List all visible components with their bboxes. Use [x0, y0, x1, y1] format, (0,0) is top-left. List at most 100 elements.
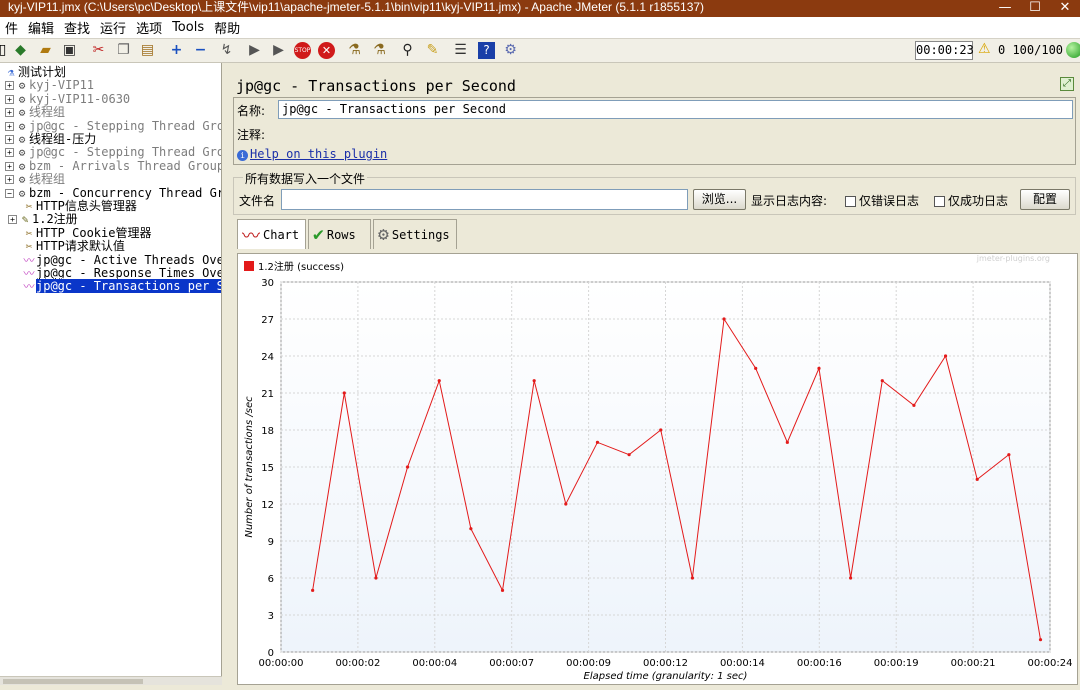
x-tick-label: 00:00:02	[335, 658, 380, 669]
menu-bar: 件 编辑 查找 运行 选项 Tools 帮助	[0, 17, 1080, 39]
file-name-field[interactable]	[281, 189, 688, 210]
test-plan-tree[interactable]: ⚗ 测试计划 + ⚙ kyj-VIP11 + ⚙ kyj-VIP11-0630 + ⚙ 线程组 + ⚙ j…	[0, 63, 222, 685]
tps-panel: jp@gc - Transactions per Second ⤢ 名称: jp…	[225, 63, 1080, 685]
help-icon[interactable]: ?	[478, 42, 495, 59]
menu-file[interactable]: 件	[0, 18, 23, 37]
tree-expand-toggle[interactable]: +	[5, 161, 14, 171]
listener-icon: 〰	[23, 280, 35, 294]
start-no-pauses-icon[interactable]: ▶	[270, 42, 287, 59]
tab-rows[interactable]: ✔ Rows	[308, 219, 371, 249]
tab-settings[interactable]: ⚙ Settings	[373, 219, 457, 249]
minimize-button[interactable]: —	[990, 0, 1020, 17]
y-tick-label: 3	[268, 611, 274, 622]
tree-item-label: 线程组	[29, 105, 66, 120]
success-only-checkbox[interactable]: 仅成功日志	[934, 192, 1008, 209]
tree-expand-toggle[interactable]: +	[5, 108, 14, 118]
tree-item-label: HTTP Cookie管理器	[36, 225, 152, 240]
function-helper-icon[interactable]: ☰	[452, 42, 469, 59]
tree-item[interactable]: ⚗ 测试计划	[4, 65, 66, 79]
help-plugin-link[interactable]: i Help on this plugin	[237, 147, 387, 161]
expand-all-icon[interactable]: +	[168, 42, 185, 59]
tree-item[interactable]: + ⚙ bzm - Arrivals Thread Group	[5, 159, 221, 173]
menu-options[interactable]: 选项	[131, 18, 167, 37]
data-point	[690, 576, 694, 580]
tree-item[interactable]: ✂ HTTP请求默认值	[22, 239, 125, 253]
tree-expand-toggle[interactable]: +	[8, 215, 17, 225]
tree-item[interactable]: + ⚙ jp@gc - Stepping Thread Group	[5, 145, 221, 159]
close-window-button[interactable]: ✕	[1050, 0, 1080, 17]
tree-item[interactable]: ✂ HTTP Cookie管理器	[22, 225, 152, 240]
config-button[interactable]: 配置	[1020, 189, 1070, 210]
copy-icon[interactable]: ❐	[115, 42, 132, 59]
x-tick-label: 00:00:12	[643, 658, 688, 669]
checkmark-icon: ✔	[313, 224, 324, 245]
data-point	[342, 391, 346, 395]
expand-icon[interactable]: ⤢	[1060, 77, 1074, 91]
reset-search-icon[interactable]: ✎	[424, 42, 441, 59]
warning-icon[interactable]: ⚠	[978, 41, 991, 57]
menu-search[interactable]: 查找	[59, 18, 95, 37]
tree-item-label: 线程组-压力	[29, 132, 97, 146]
remote-icon[interactable]: ⚙	[502, 42, 519, 59]
tree-item[interactable]: 〰jp@gc - Response Times Over Time	[22, 266, 222, 280]
start-icon[interactable]: ▶	[246, 42, 263, 59]
tree-item[interactable]: + ⚙ kyj-VIP11	[5, 78, 94, 92]
tree-item[interactable]: + ⚙ 线程组-压力	[5, 132, 96, 146]
open-icon[interactable]: ▰	[37, 42, 54, 59]
menu-tools[interactable]: Tools	[167, 20, 209, 35]
tree-horizontal-scrollbar[interactable]	[0, 676, 222, 685]
tree-expand-toggle[interactable]: +	[5, 121, 14, 131]
maximize-button[interactable]: ☐	[1020, 0, 1050, 17]
window-title: kyj-VIP11.jmx (C:\Users\pc\Desktop\上课文件\…	[0, 0, 1080, 17]
collapse-all-icon[interactable]: −	[192, 42, 209, 59]
shutdown-icon[interactable]: ✕	[318, 42, 335, 59]
tree-expand-toggle[interactable]: +	[5, 81, 14, 91]
tree-expand-toggle[interactable]: +	[5, 135, 14, 144]
name-field[interactable]: jp@gc - Transactions per Second	[278, 100, 1073, 119]
menu-help[interactable]: 帮助	[209, 18, 245, 37]
data-point	[659, 428, 663, 432]
tree-expand-toggle[interactable]: −	[5, 188, 14, 198]
tree-expand-toggle[interactable]: +	[5, 148, 14, 158]
data-point	[1007, 453, 1011, 457]
menu-edit[interactable]: 编辑	[23, 18, 59, 37]
errors-only-checkbox[interactable]: 仅错误日志	[845, 192, 919, 209]
tab-settings-label: Settings	[391, 227, 450, 242]
data-point	[722, 317, 726, 321]
menu-run[interactable]: 运行	[95, 18, 131, 37]
y-tick-label: 15	[261, 463, 274, 474]
tree-item[interactable]: ✂ HTTP信息头管理器	[22, 199, 137, 213]
tree-item[interactable]: 〰jp@gc - Active Threads Over Time	[22, 253, 222, 267]
y-tick-label: 30	[261, 278, 274, 289]
toggle-icon[interactable]: ↯	[218, 42, 235, 59]
paste-icon[interactable]: ▤	[139, 42, 156, 59]
save-icon[interactable]: ▣	[61, 42, 78, 59]
new-icon[interactable]: ▯	[0, 42, 11, 59]
search-icon[interactable]: ⚲	[399, 42, 416, 59]
elapsed-timer: 00:00:23	[915, 41, 974, 60]
data-point	[849, 576, 853, 580]
tree-item-label: jp@gc - Transactions per Second	[35, 278, 221, 295]
tree-expand-toggle[interactable]: +	[5, 175, 14, 185]
stop-icon[interactable]: STOP	[294, 42, 311, 59]
x-tick-label: 00:00:04	[412, 658, 457, 669]
tab-chart[interactable]: 〰 Chart	[237, 219, 306, 249]
y-tick-label: 6	[268, 574, 274, 585]
tab-chart-label: Chart	[263, 227, 300, 242]
tree-item[interactable]: + ⚙ kyj-VIP11-0630	[5, 92, 130, 106]
tree-item[interactable]: −⚙bzm - Concurrency Thread Group	[5, 186, 221, 200]
tree-item[interactable]: + ⚙ 线程组	[5, 105, 65, 119]
cut-icon[interactable]: ✂	[90, 42, 107, 59]
active-threads: 0 100/100	[998, 43, 1064, 57]
templates-icon[interactable]: ◆	[12, 42, 29, 59]
tree-item[interactable]: 〰jp@gc - Transactions per Second	[22, 278, 221, 295]
browse-button[interactable]: 浏览...	[693, 189, 746, 210]
clear-icon[interactable]: ⚗	[346, 42, 363, 59]
tree-item[interactable]: + ⚙ 线程组	[5, 172, 65, 186]
tree-expand-toggle[interactable]: +	[5, 94, 14, 104]
clear-all-icon[interactable]: ⚗	[371, 42, 388, 59]
tree-item[interactable]: + ⚙ jp@gc - Stepping Thread Group	[5, 119, 221, 133]
x-tick-label: 00:00:07	[489, 658, 534, 669]
file-section-title: 所有数据写入一个文件	[243, 170, 368, 187]
tree-item[interactable]: + ✎ 1.2注册	[8, 212, 78, 226]
